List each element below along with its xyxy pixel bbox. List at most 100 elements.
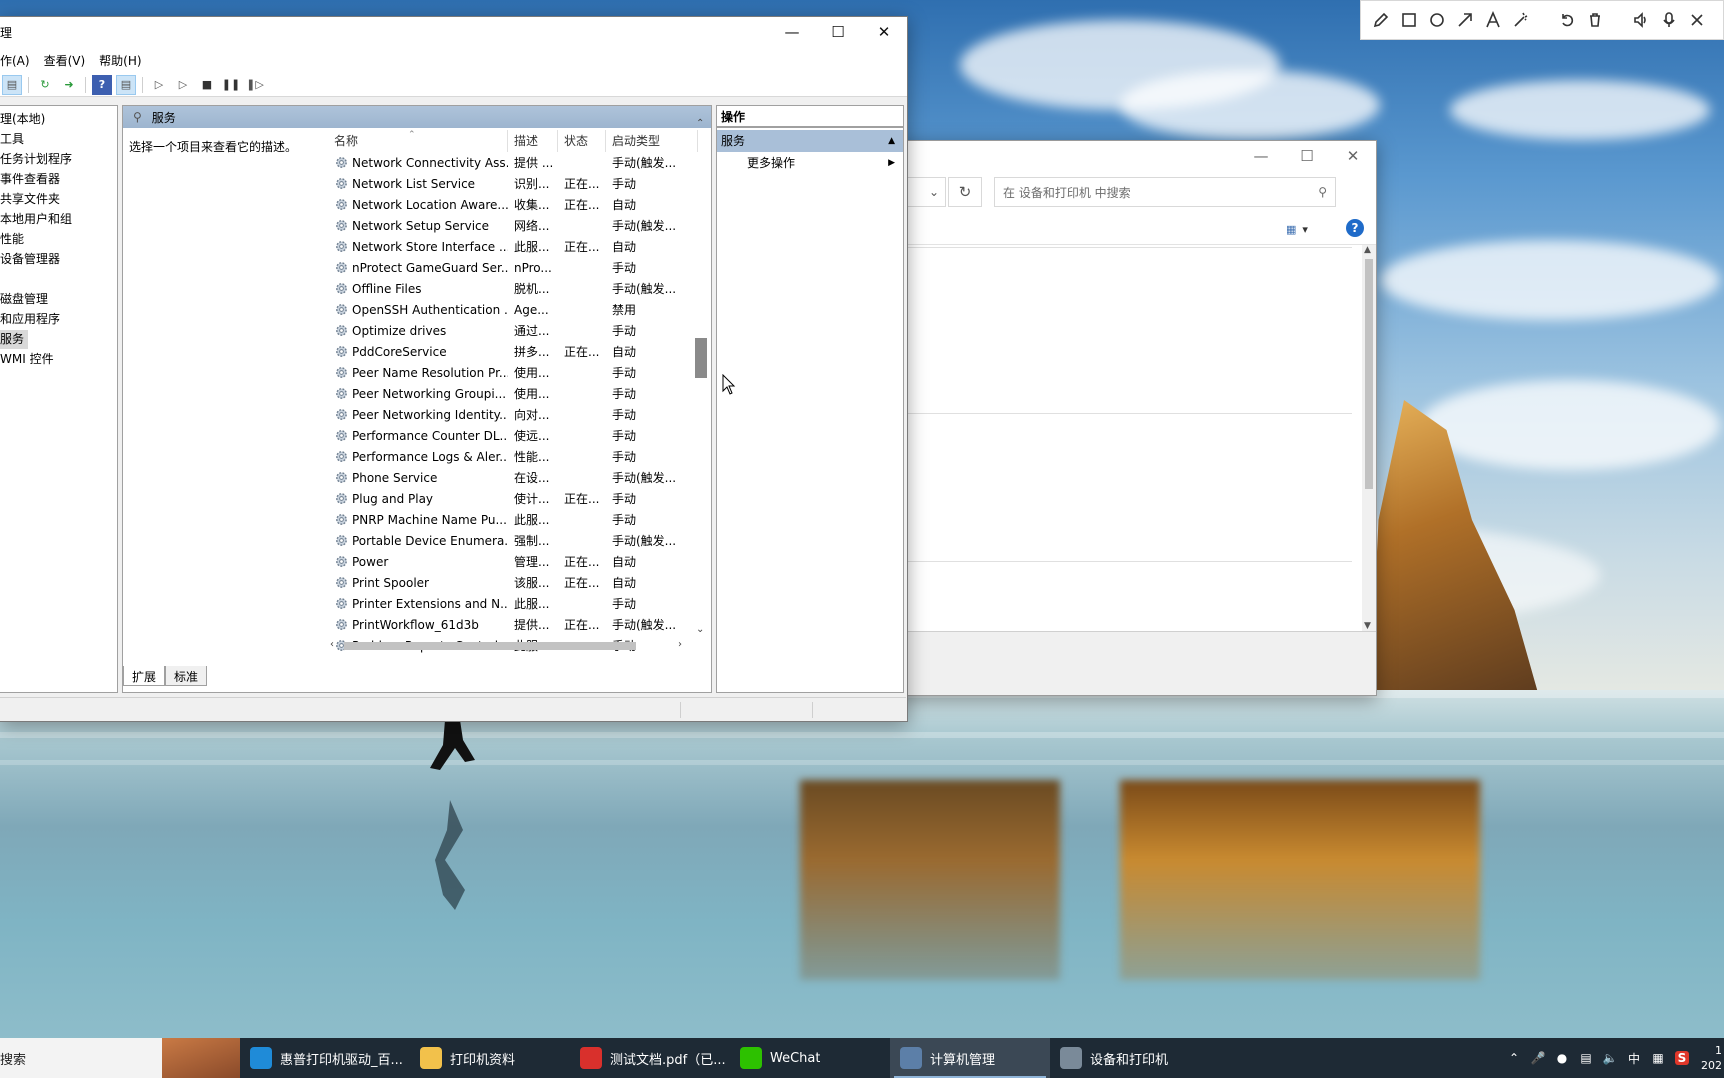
taskbar-item[interactable]: 打印机资料 xyxy=(410,1038,570,1078)
scroll-right-icon[interactable]: › xyxy=(678,639,682,650)
ime-indicator[interactable]: 中 xyxy=(1622,1038,1646,1078)
sogou-icon[interactable]: S xyxy=(1670,1038,1694,1078)
service-row[interactable]: Print Spooler 该服... 正在... 自动 xyxy=(328,572,698,593)
service-row[interactable]: Network Store Interface ... 此服... 正在... 自动 xyxy=(328,236,698,257)
tree-item-system-tools[interactable]: 工具 xyxy=(0,130,28,149)
circle-icon[interactable] xyxy=(1423,6,1451,34)
service-row[interactable]: Portable Device Enumera... 强制... 手动(触发... xyxy=(328,530,698,551)
rectangle-icon[interactable] xyxy=(1395,6,1423,34)
taskbar-item[interactable]: 设备和打印机 xyxy=(1050,1038,1210,1078)
actions-section-services[interactable]: 服务 ▲ xyxy=(717,130,903,152)
service-row[interactable]: Offline Files 脱机... 手动(触发... xyxy=(328,278,698,299)
microphone-icon[interactable]: 🎤 xyxy=(1526,1038,1550,1078)
tree-item-disk-management[interactable]: 磁盘管理 xyxy=(0,290,52,309)
volume-icon[interactable]: 🔈 xyxy=(1598,1038,1622,1078)
show-hide-tree-icon[interactable]: ▤ xyxy=(2,74,22,95)
service-row[interactable]: Performance Logs & Aler... 性能... 手动 xyxy=(328,446,698,467)
qq-icon[interactable]: ● xyxy=(1550,1038,1574,1078)
refresh-button[interactable]: ↻ xyxy=(948,177,982,207)
show-hidden-icons-icon[interactable]: ⌃ xyxy=(1502,1038,1526,1078)
column-startup-type[interactable]: 启动类型 xyxy=(606,130,698,152)
taskbar-item[interactable]: WeChat xyxy=(730,1038,890,1078)
column-status[interactable]: 状态 xyxy=(558,130,606,152)
minimize-button[interactable]: — xyxy=(769,17,815,47)
undo-icon[interactable] xyxy=(1553,6,1581,34)
help-icon[interactable]: ? xyxy=(92,74,112,95)
service-row[interactable]: PrintWorkflow_61d3b 提供... 正在... 手动(触发... xyxy=(328,614,698,635)
service-row[interactable]: PddCoreService 拼多... 正在... 自动 xyxy=(328,341,698,362)
close-button[interactable]: ✕ xyxy=(1330,141,1376,171)
service-row[interactable]: Optimize drives 通过... 手动 xyxy=(328,320,698,341)
tree-item-services[interactable]: 服务 xyxy=(0,330,29,349)
tab-extended[interactable]: 扩展 xyxy=(123,666,166,686)
maximize-button[interactable]: ☐ xyxy=(815,17,861,47)
horizontal-scrollbar[interactable]: ‹ › xyxy=(328,638,692,654)
tree-item-local-users[interactable]: 本地用户和组 xyxy=(0,210,76,229)
vertical-scrollbar[interactable]: ⌃ ⌄ xyxy=(693,118,709,638)
tree-item-event-viewer[interactable]: 事件查看器 xyxy=(0,170,64,189)
service-row[interactable]: Network Location Aware... 收集... 正在... 自动 xyxy=(328,194,698,215)
tree-item-task-scheduler[interactable]: 任务计划程序 xyxy=(0,150,76,169)
microphone-icon[interactable] xyxy=(1655,6,1683,34)
tree-item-shared-folders[interactable]: 共享文件夹 xyxy=(0,190,64,209)
tree-item-performance[interactable]: 性能 xyxy=(0,230,28,249)
taskbar-item[interactable]: 惠普打印机驱动_百... xyxy=(240,1038,410,1078)
scroll-up-icon[interactable]: ⌃ xyxy=(696,118,704,129)
close-icon[interactable] xyxy=(1683,6,1711,34)
view-options-button[interactable]: ▦ ▾ xyxy=(1286,221,1320,237)
scroll-left-icon[interactable]: ‹ xyxy=(330,639,334,650)
maximize-button[interactable]: ☐ xyxy=(1284,141,1330,171)
refresh-icon[interactable]: ↻ xyxy=(35,75,55,95)
pause-service-icon[interactable]: ❚❚ xyxy=(221,75,241,95)
service-row[interactable]: Peer Name Resolution Pr... 使用... 手动 xyxy=(328,362,698,383)
scroll-down-icon[interactable]: ▼ xyxy=(1364,621,1371,631)
service-row[interactable]: Network List Service 识别... 正在... 手动 xyxy=(328,173,698,194)
show-hide-action-pane-icon[interactable]: ▤ xyxy=(116,74,136,95)
text-icon[interactable] xyxy=(1479,6,1507,34)
taskbar-search[interactable]: 搜索 xyxy=(0,1038,240,1078)
menu-help[interactable]: 帮助(H) xyxy=(92,52,148,69)
column-description[interactable]: 描述 xyxy=(508,130,558,152)
service-row[interactable]: Network Connectivity Ass... 提供 ... 手动(触发..… xyxy=(328,152,698,173)
export-list-icon[interactable]: ➜ xyxy=(59,75,79,95)
resume-service-icon[interactable]: ▷ xyxy=(173,75,193,95)
pencil-icon[interactable] xyxy=(1367,6,1395,34)
more-actions-item[interactable]: 更多操作 ▶ xyxy=(717,152,903,174)
menu-view[interactable]: 查看(V) xyxy=(37,52,93,69)
tab-standard[interactable]: 标准 xyxy=(165,666,208,686)
service-row[interactable]: Peer Networking Identity... 向对... 手动 xyxy=(328,404,698,425)
collapse-icon[interactable]: ▲ xyxy=(888,130,895,152)
taskbar-item[interactable]: 测试文档.pdf（已... xyxy=(570,1038,730,1078)
menu-action[interactable]: 作(A) xyxy=(0,52,37,69)
scroll-thumb[interactable] xyxy=(695,338,707,378)
trash-icon[interactable] xyxy=(1581,6,1609,34)
vertical-scrollbar[interactable]: ▲ ▼ xyxy=(1362,245,1376,631)
start-service-icon[interactable]: ▷ xyxy=(149,75,169,95)
taskbar-item[interactable]: 计算机管理 xyxy=(890,1038,1050,1078)
scroll-down-icon[interactable]: ⌄ xyxy=(696,624,704,635)
scroll-up-icon[interactable]: ▲ xyxy=(1364,245,1371,255)
tree-item-root[interactable]: 理(本地) xyxy=(0,110,49,129)
minimize-button[interactable]: — xyxy=(1238,141,1284,171)
service-row[interactable]: OpenSSH Authentication ... Age... 禁用 xyxy=(328,299,698,320)
tree-item-wmi-control[interactable]: WMI 控件 xyxy=(0,350,58,369)
ime-settings-icon[interactable]: ▦ xyxy=(1646,1038,1670,1078)
magic-wand-icon[interactable] xyxy=(1507,6,1535,34)
service-row[interactable]: nProtect GameGuard Ser... nPro... 手动 xyxy=(328,257,698,278)
scroll-thumb[interactable] xyxy=(344,642,636,650)
clock[interactable]: 1 202 xyxy=(1694,1043,1724,1073)
column-name[interactable]: ⌃ 名称 xyxy=(328,130,508,152)
service-row[interactable]: Network Setup Service 网络... 手动(触发... xyxy=(328,215,698,236)
close-button[interactable]: ✕ xyxy=(861,17,907,47)
service-row[interactable]: Power 管理... 正在... 自动 xyxy=(328,551,698,572)
arrow-icon[interactable] xyxy=(1451,6,1479,34)
service-row[interactable]: Printer Extensions and N... 此服... 手动 xyxy=(328,593,698,614)
help-button[interactable]: ? xyxy=(1346,219,1364,237)
service-row[interactable]: Plug and Play 使计... 正在... 手动 xyxy=(328,488,698,509)
restart-service-icon[interactable]: ❚▷ xyxy=(245,75,265,95)
network-icon[interactable]: ▤ xyxy=(1574,1038,1598,1078)
stop-service-icon[interactable]: ■ xyxy=(197,75,217,95)
service-row[interactable]: Peer Networking Groupi... 使用... 手动 xyxy=(328,383,698,404)
search-input[interactable]: 在 设备和打印机 中搜索 ⚲ xyxy=(994,177,1336,207)
service-row[interactable]: Phone Service 在设... 手动(触发... xyxy=(328,467,698,488)
